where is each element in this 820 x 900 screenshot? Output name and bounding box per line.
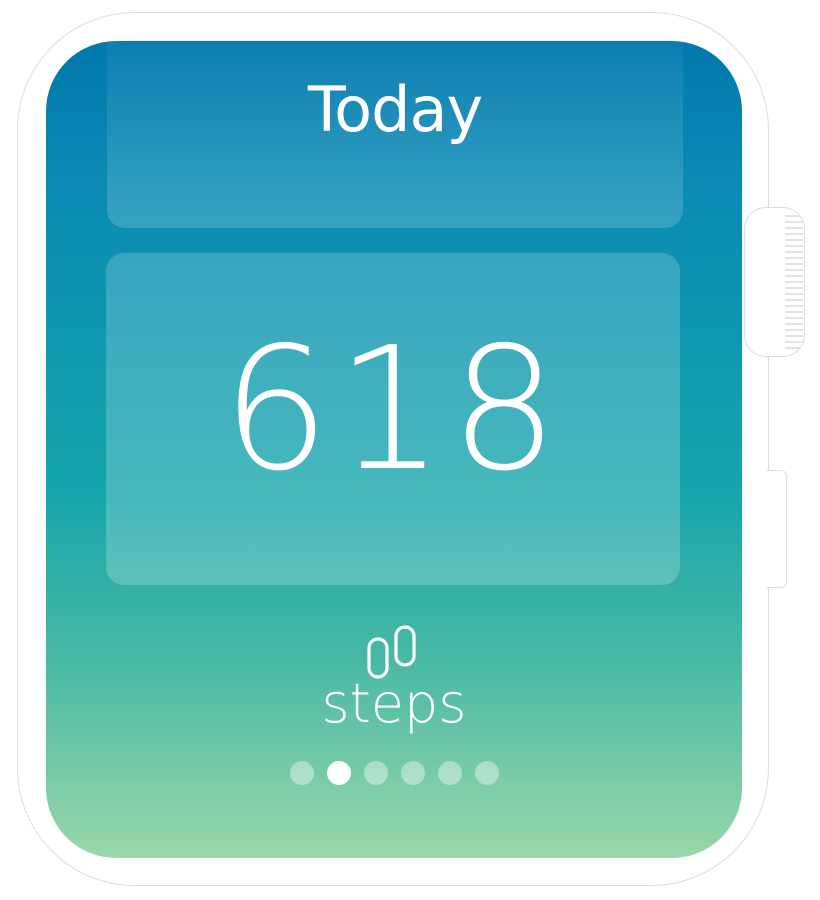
value-panel: 618 — [106, 253, 680, 585]
unit-label: steps — [321, 672, 467, 735]
step-count-value: 618 — [221, 311, 565, 509]
page-dot[interactable] — [437, 761, 462, 785]
page-indicator — [46, 761, 742, 785]
crown-ridges-icon — [785, 215, 803, 349]
watch-screen: Today 618 steps — [46, 41, 742, 858]
watch-stage: Today 618 steps — [0, 0, 820, 900]
page-dot[interactable] — [289, 761, 314, 785]
title-panel: Today — [107, 41, 683, 228]
page-dot-active[interactable] — [326, 761, 351, 785]
digital-crown[interactable] — [744, 207, 805, 357]
page-title: Today — [307, 73, 483, 146]
side-button[interactable] — [766, 470, 787, 588]
page-dot[interactable] — [400, 761, 425, 785]
page-dot[interactable] — [474, 761, 499, 785]
page-dot[interactable] — [363, 761, 388, 785]
